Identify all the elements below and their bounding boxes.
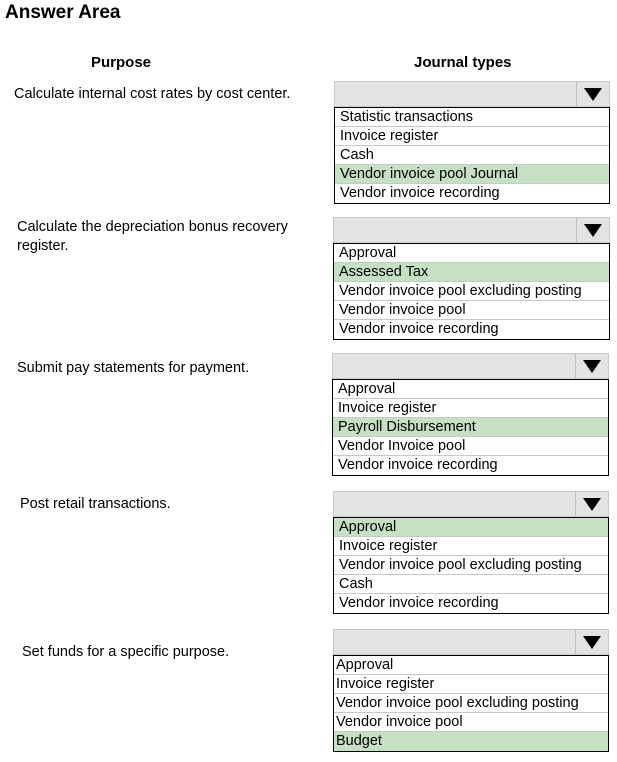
option-selected[interactable]: Budget bbox=[334, 732, 608, 751]
journal-select-1[interactable] bbox=[334, 81, 610, 107]
option[interactable]: Approval bbox=[334, 244, 609, 263]
purpose-text-4: Post retail transactions. bbox=[20, 496, 171, 512]
journal-options-list-2: Approval Assessed Tax Vendor invoice poo… bbox=[333, 243, 610, 340]
option-selected[interactable]: Assessed Tax bbox=[334, 263, 609, 282]
option-selected[interactable]: Payroll Disbursement bbox=[333, 418, 608, 437]
journal-options-list-1: Statistic transactions Invoice register … bbox=[334, 107, 610, 204]
option[interactable]: Vendor invoice pool bbox=[334, 301, 609, 320]
option[interactable]: Vendor invoice pool excluding posting bbox=[334, 556, 608, 575]
option[interactable]: Vendor Invoice pool bbox=[333, 437, 608, 456]
option[interactable]: Approval bbox=[334, 656, 608, 675]
triangle-down-icon bbox=[584, 87, 602, 101]
option[interactable]: Invoice register bbox=[335, 127, 609, 146]
journal-options-list-5: Approval Invoice register Vendor invoice… bbox=[333, 655, 609, 752]
option[interactable]: Vendor invoice pool excluding posting bbox=[334, 694, 608, 713]
purpose-text-1: Calculate internal cost rates by cost ce… bbox=[14, 86, 291, 102]
triangle-down-icon bbox=[583, 497, 601, 511]
purpose-text-5: Set funds for a specific purpose. bbox=[22, 644, 230, 660]
option[interactable]: Vendor invoice recording bbox=[333, 456, 608, 475]
dropdown-arrow-button[interactable] bbox=[576, 218, 609, 242]
option[interactable]: Approval bbox=[333, 380, 608, 399]
option[interactable]: Invoice register bbox=[334, 537, 608, 556]
dropdown-arrow-button[interactable] bbox=[575, 630, 608, 654]
journal-options-list-4: Approval Invoice register Vendor invoice… bbox=[333, 517, 609, 614]
option[interactable]: Statistic transactions bbox=[335, 108, 609, 127]
journal-options-list-3: Approval Invoice register Payroll Disbur… bbox=[332, 379, 609, 476]
option[interactable]: Vendor invoice pool bbox=[334, 713, 608, 732]
triangle-down-icon bbox=[583, 635, 601, 649]
journal-select-3[interactable] bbox=[332, 353, 609, 379]
dropdown-arrow-button[interactable] bbox=[575, 354, 608, 378]
purpose-text-3: Submit pay statements for payment. bbox=[17, 360, 250, 376]
option[interactable]: Vendor invoice recording bbox=[334, 594, 608, 613]
option[interactable]: Vendor invoice recording bbox=[334, 320, 609, 339]
option[interactable]: Vendor invoice pool excluding posting bbox=[334, 282, 609, 301]
option-selected[interactable]: Vendor invoice pool Journal bbox=[335, 165, 609, 184]
journal-types-header: Journal types bbox=[414, 54, 512, 71]
dropdown-arrow-button[interactable] bbox=[575, 492, 608, 516]
journal-select-2[interactable] bbox=[333, 217, 610, 243]
option[interactable]: Invoice register bbox=[333, 399, 608, 418]
triangle-down-icon bbox=[584, 223, 602, 237]
answer-area-title: Answer Area bbox=[5, 2, 121, 23]
option[interactable]: Cash bbox=[335, 146, 609, 165]
option[interactable]: Vendor invoice recording bbox=[335, 184, 609, 203]
option-selected[interactable]: Approval bbox=[334, 518, 608, 537]
purpose-text-2: Calculate the depreciation bonus recover… bbox=[17, 219, 288, 254]
option[interactable]: Invoice register bbox=[334, 675, 608, 694]
journal-select-5[interactable] bbox=[333, 629, 609, 655]
triangle-down-icon bbox=[583, 359, 601, 373]
purpose-header: Purpose bbox=[91, 54, 152, 71]
journal-select-4[interactable] bbox=[333, 491, 609, 517]
dropdown-arrow-button[interactable] bbox=[576, 82, 609, 106]
option[interactable]: Cash bbox=[334, 575, 608, 594]
